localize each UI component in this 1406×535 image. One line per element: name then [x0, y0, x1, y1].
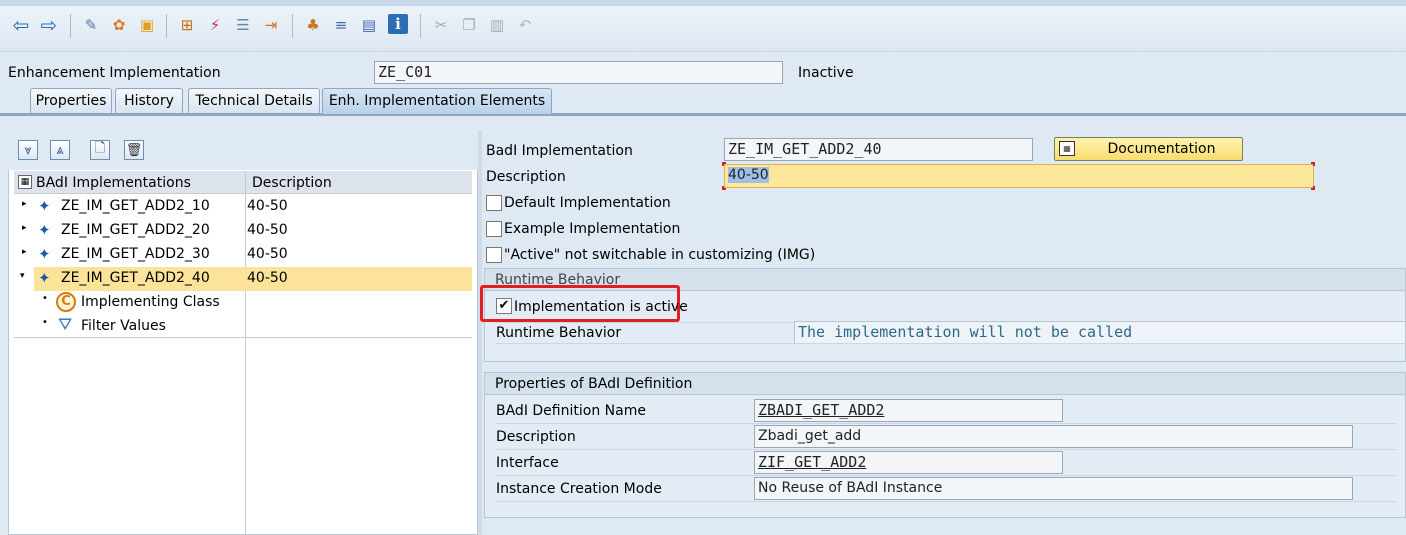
impl-active-label: Implementation is active — [514, 299, 688, 315]
tree-col-badi: BAdI Implementations — [36, 175, 191, 191]
navigate-icon[interactable]: ⇥ — [260, 14, 282, 36]
tree-row[interactable]: ▸ ✦ ZE_IM_GET_ADD2_30 40-50 — [14, 243, 472, 267]
cut-icon[interactable]: ✂ — [430, 14, 452, 36]
column-settings-icon[interactable]: ▦ — [18, 175, 32, 189]
tree-row[interactable]: ▸ ✦ ZE_IM_GET_ADD2_10 40-50 — [14, 195, 472, 219]
where-used-icon[interactable]: ⊞ — [176, 14, 198, 36]
tree-row-name: ZE_IM_GET_ADD2_40 — [61, 270, 210, 286]
not-switchable-label: "Active" not switchable in customizing (… — [504, 247, 816, 263]
collapse-triangle-icon[interactable]: ▾ — [20, 271, 25, 281]
other-object-icon[interactable]: ▣ — [136, 14, 158, 36]
description-field[interactable]: 40-50 — [724, 164, 1314, 188]
collapse-all-icon[interactable]: ⩓ — [50, 140, 70, 160]
interface-field[interactable]: ZIF_GET_ADD2 — [754, 451, 1063, 474]
hierarchy-icon[interactable]: ♣ — [302, 14, 324, 36]
tree-row-desc: 40-50 — [247, 222, 288, 238]
badi-impl-icon: ✦ — [38, 221, 51, 239]
bullet-icon: • — [42, 293, 48, 304]
create-icon[interactable]: 🗋 — [90, 140, 110, 160]
layout-icon[interactable]: ▤ — [358, 14, 380, 36]
status-text: Inactive — [798, 65, 854, 81]
tab-history[interactable]: History — [115, 88, 183, 114]
paste-icon[interactable]: ▥ — [486, 14, 508, 36]
filter-icon: ⛛ — [58, 315, 73, 335]
copy-icon[interactable]: ❐ — [458, 14, 480, 36]
expand-all-icon[interactable]: ⩔ — [18, 140, 38, 160]
expand-triangle-icon[interactable]: ▸ — [22, 199, 27, 209]
badi-impl-icon: ✦ — [38, 269, 51, 287]
display-object-list-icon[interactable]: ☰ — [232, 14, 254, 36]
tree-divider — [14, 337, 472, 338]
tab-technical-details[interactable]: Technical Details — [188, 88, 320, 114]
undo-icon[interactable]: ↶ — [514, 14, 536, 36]
creation-mode-label: Instance Creation Mode — [496, 481, 662, 497]
def-name-field[interactable]: ZBADI_GET_ADD2 — [754, 399, 1063, 422]
toolbar-separator — [166, 14, 167, 38]
info-icon[interactable]: i — [388, 14, 408, 34]
bullet-icon: • — [42, 317, 48, 328]
tree-child-name: Filter Values — [81, 318, 166, 334]
enh-impl-field[interactable]: ZE_C01 — [374, 61, 783, 84]
delete-icon[interactable]: 🗑 — [124, 140, 144, 160]
badi-impl-icon: ✦ — [38, 197, 51, 215]
def-desc-field: Zbadi_get_add — [754, 425, 1353, 448]
tree-child-row[interactable]: • ⛛ Filter Values — [14, 315, 472, 339]
tab-strip-line — [0, 113, 1406, 116]
not-switchable-checkbox[interactable] — [486, 247, 502, 263]
description-label: Description — [486, 169, 566, 185]
tab-enh-implementation-elements[interactable]: Enh. Implementation Elements — [322, 88, 552, 114]
documentation-icon: ▦ — [1059, 141, 1075, 156]
def-desc-label: Description — [496, 429, 576, 445]
documentation-button[interactable]: ▦ Documentation — [1054, 137, 1243, 161]
magic-wand-icon[interactable]: ⚡ — [204, 14, 226, 36]
expand-triangle-icon[interactable]: ▸ — [22, 223, 27, 233]
impl-active-checkbox[interactable]: ✔ — [496, 298, 512, 314]
creation-mode-field: No Reuse of BAdI Instance — [754, 477, 1353, 500]
example-impl-checkbox[interactable] — [486, 221, 502, 237]
example-impl-label: Example Implementation — [504, 221, 681, 237]
interface-label: Interface — [496, 455, 559, 471]
pane-splitter[interactable] — [478, 130, 482, 535]
tree-row[interactable]: ▸ ✦ ZE_IM_GET_ADD2_20 40-50 — [14, 219, 472, 243]
tree-row-desc: 40-50 — [247, 198, 288, 214]
tree-row-selected[interactable]: ▾ ✦ ZE_IM_GET_ADD2_40 40-50 — [14, 267, 472, 291]
tree-toolbar — [8, 130, 478, 170]
runtime-value-field: The implementation will not be called — [794, 321, 1406, 344]
badi-impl-field[interactable]: ZE_IM_GET_ADD2_40 — [724, 138, 1033, 161]
toolbar-separator — [292, 14, 293, 38]
application-toolbar: ⇦ ⇨ ✎ ✿ ▣ ⊞ ⚡ ☰ ⇥ ♣ ≡ ▤ i ✂ ❐ ▥ ↶ — [0, 0, 1406, 52]
badi-impl-label: BadI Implementation — [486, 143, 633, 159]
runtime-label: Runtime Behavior — [496, 325, 622, 341]
props-group-title: Properties of BAdI Definition — [485, 373, 1405, 395]
toolbar-separator — [420, 14, 421, 38]
activate-icon[interactable]: ✿ — [108, 14, 130, 36]
default-impl-label: Default Implementation — [504, 195, 671, 211]
class-icon: C — [56, 292, 76, 312]
tree-row-name: ZE_IM_GET_ADD2_20 — [61, 222, 210, 238]
display-change-icon[interactable]: ✎ — [80, 14, 102, 36]
forward-icon[interactable]: ⇨ — [38, 14, 60, 36]
tree-col-description: Description — [252, 175, 332, 191]
tree-child-name: Implementing Class — [81, 294, 220, 310]
tree-row-desc: 40-50 — [247, 270, 288, 286]
tab-properties[interactable]: Properties — [30, 88, 112, 114]
toolbar-separator — [70, 14, 71, 38]
tree-row-desc: 40-50 — [247, 246, 288, 262]
tree-row-name: ZE_IM_GET_ADD2_30 — [61, 246, 210, 262]
badi-impl-icon: ✦ — [38, 245, 51, 263]
back-icon[interactable]: ⇦ — [10, 14, 32, 36]
expand-triangle-icon[interactable]: ▸ — [22, 247, 27, 257]
tree-row-name: ZE_IM_GET_ADD2_10 — [61, 198, 210, 214]
tree-child-row[interactable]: • C Implementing Class — [14, 291, 472, 315]
align-icon[interactable]: ≡ — [330, 14, 352, 36]
default-impl-checkbox[interactable] — [486, 195, 502, 211]
enh-impl-label: Enhancement Implementation — [8, 65, 221, 81]
def-name-label: BAdI Definition Name — [496, 403, 646, 419]
